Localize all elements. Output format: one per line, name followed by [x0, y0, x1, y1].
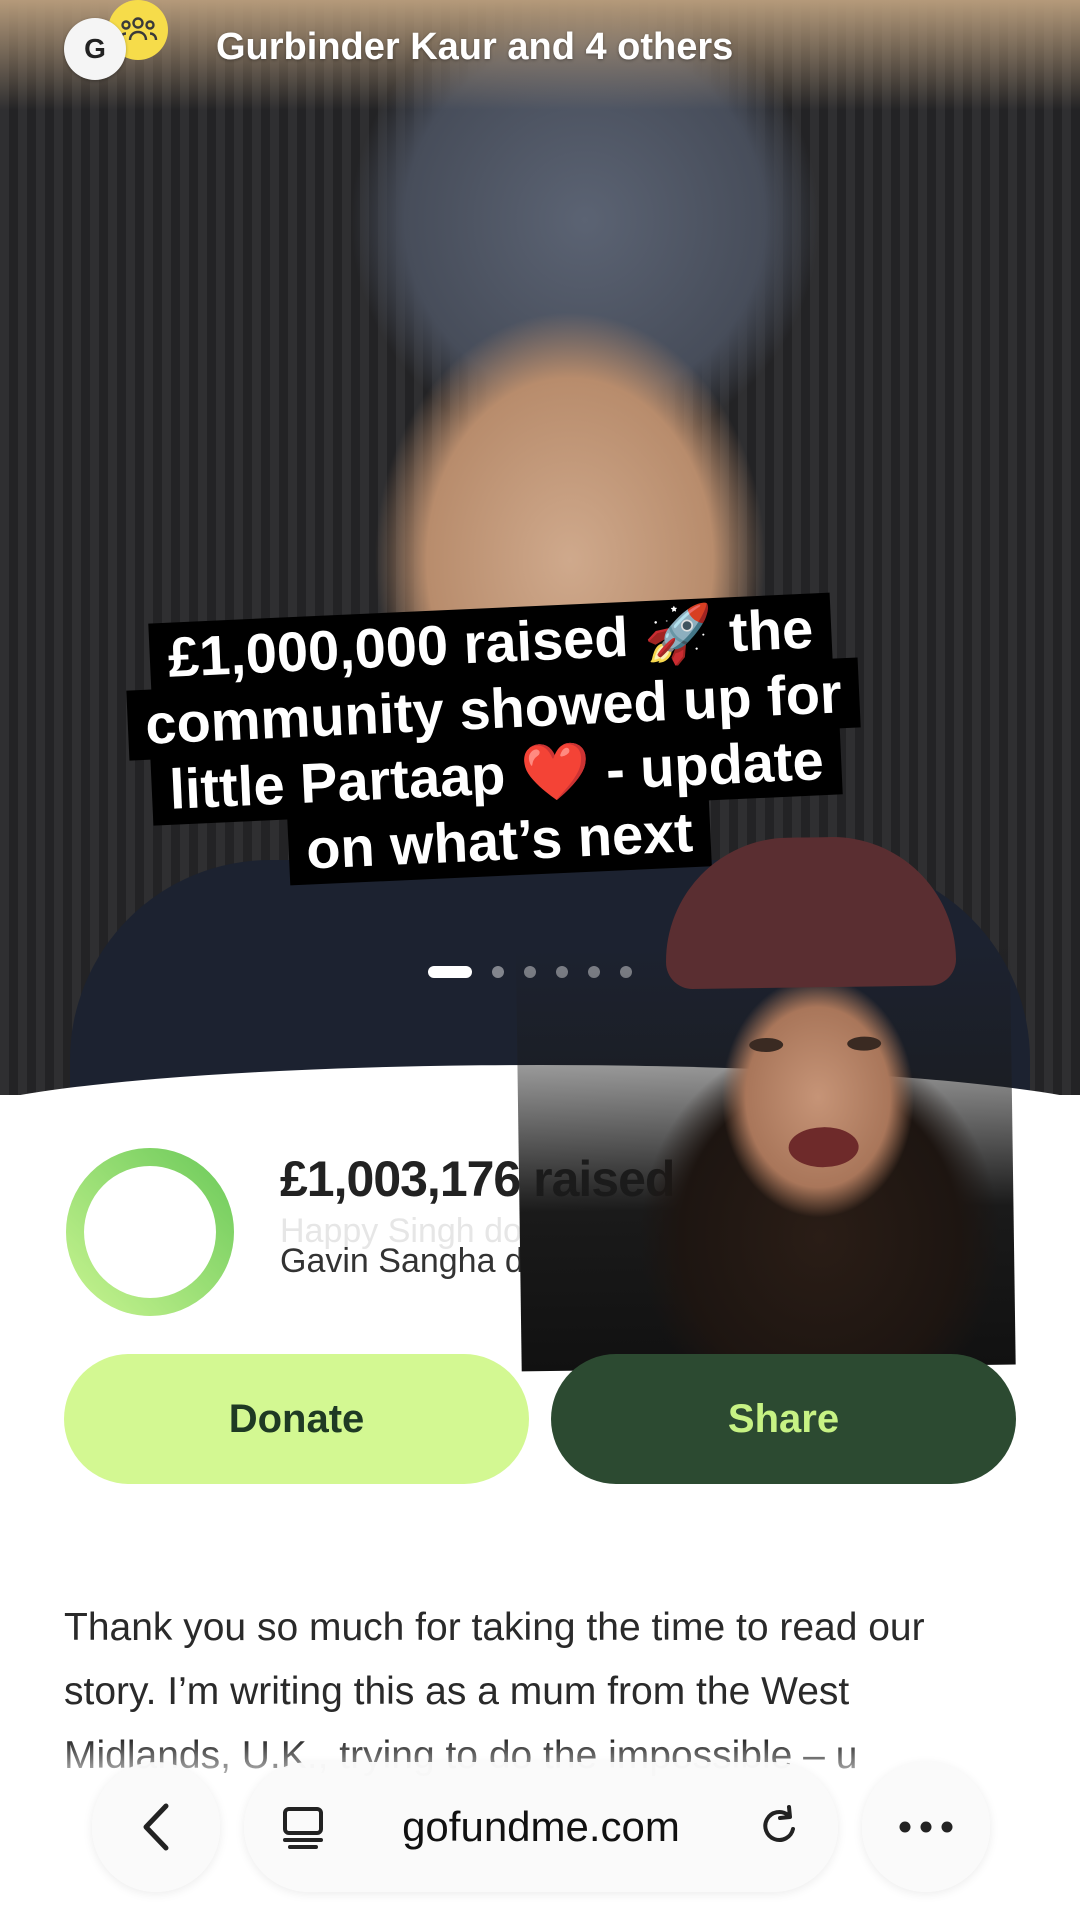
back-icon: [143, 1803, 169, 1851]
creator-video-overlay: [514, 834, 1016, 1372]
url-text[interactable]: gofundme.com: [402, 1803, 680, 1851]
progress-ring: [66, 1148, 234, 1316]
carousel-dot-active[interactable]: [428, 966, 472, 978]
creator-eye: [847, 1036, 882, 1051]
organizer-header[interactable]: G Gurbinder Kaur and 4 others: [64, 0, 733, 84]
creator-beanie: [664, 835, 957, 990]
tabs-icon[interactable]: [280, 1804, 326, 1850]
organizer-avatar-letter: G: [84, 33, 106, 64]
donate-button[interactable]: Donate: [64, 1354, 529, 1484]
address-bar[interactable]: gofundme.com: [244, 1762, 838, 1892]
back-button[interactable]: [92, 1762, 220, 1892]
reload-icon[interactable]: [756, 1804, 802, 1850]
organizer-title[interactable]: Gurbinder Kaur and 4 others: [216, 26, 733, 69]
progress-ring-fill: [66, 1148, 234, 1316]
more-icon: [899, 1821, 953, 1833]
creator-mouth: [788, 1126, 859, 1168]
share-button[interactable]: Share: [551, 1354, 1016, 1484]
more-button[interactable]: [862, 1762, 990, 1892]
share-button-label: Share: [727, 1396, 840, 1441]
carousel-dot[interactable]: [492, 966, 504, 978]
organizer-avatar[interactable]: G: [64, 18, 126, 80]
donate-button-label: Donate: [228, 1396, 365, 1441]
creator-eye: [749, 1037, 784, 1053]
